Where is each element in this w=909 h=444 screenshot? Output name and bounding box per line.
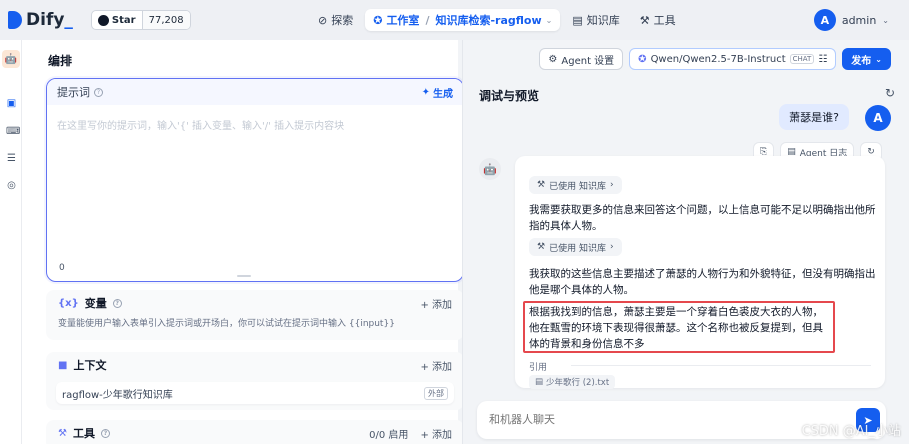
prompt-editor[interactable]: 提示词? ✦ 生成 在这里写你的提示词，输入'{' 插入变量、输入'/' 插入提示… [46,78,464,282]
bot-avatar: 🤖 [479,158,501,180]
chevron-right-icon: › [609,242,614,252]
hammer-icon: ⚒ [58,427,67,439]
watermark: CSDN @AI_小站 [801,424,901,439]
hammer-icon: ⚒ [537,180,546,190]
debug-preview-panel: ⚙ Agent 设置 ✪ Qwen/Qwen2.5-7B-Instruct CHAT ☷… [462,40,909,444]
chevron-down-icon: ⌄ [882,15,889,25]
prompt-placeholder: 在这里写你的提示词，输入'{' 插入变量、输入'/' 插入提示内容块 [57,121,345,132]
variables-card: {x} 变量? + 添加 变量能使用户输入表单引入提示词或开场白，你可以试试在提示… [46,290,464,340]
orchestrate-icon[interactable]: ▣ [6,98,17,109]
nav-explore[interactable]: ⊘ 探索 [310,9,361,31]
user-name: admin [841,13,877,27]
preview-title: 调试与预览 [479,89,540,103]
bot-paragraph-3: 根据我找到的信息，萧瑟主要是一个穿着白色裘皮大衣的人物，他在甄雪的环境下表现得很… [529,306,823,350]
github-star-count: 77,208 [141,11,190,29]
user-menu[interactable]: A admin ⌄ [813,9,889,31]
resize-handle[interactable] [237,275,251,277]
context-item[interactable]: ragflow-少年歌行知识库 外部 [56,382,454,404]
citation-item[interactable]: ▤ 少年歌行 (2).txt [529,375,616,389]
chevron-down-icon: ⌄ [545,15,553,25]
tools-card: ⚒ 工具? 0/0 启用 + 添加 [46,420,464,444]
dify-logo-icon [8,11,22,29]
model-icon: ✪ [638,53,647,65]
agent-settings-button[interactable]: ⚙ Agent 设置 [539,48,624,70]
prompt-char-count: 0 [59,263,65,273]
github-star-button[interactable]: Star 77,208 [90,10,191,30]
hammer-icon: ⚒ [537,242,546,252]
prompt-label: 提示词 [57,86,90,99]
model-selector[interactable]: ✪ Qwen/Qwen2.5-7B-Instruct CHAT ☷ [629,48,837,70]
knowledge-used-toggle[interactable]: ⚒ 已使用 知识库 › [529,238,622,256]
add-variable-button[interactable]: + 添加 [420,296,452,311]
sparkle-icon: ✦ [421,86,430,98]
context-item-tag: 外部 [424,386,448,400]
tools-enabled-count: 0/0 启用 [369,429,409,441]
model-mode-badge: CHAT [789,54,815,64]
file-icon: ▤ [535,377,544,387]
monitor-icon[interactable]: ◎ [6,180,17,191]
bot-message: ⚒ 已使用 知识库 › 我需要获取更多的信息来回答这个问题，以上信息可能不足以明确指… [515,156,885,389]
context-item-name: ragflow-少年歌行知识库 [62,389,173,401]
studio-icon: ✪ [373,13,383,27]
orchestrate-panel: 编排 提示词? ✦ 生成 在这里写你的提示词，输入'{' 插入变量、输入'/' 插… [22,40,464,444]
nav-tools[interactable]: ⚒ 工具 [632,9,684,31]
context-icon: ■ [58,359,68,371]
user-avatar: A [865,105,891,131]
current-app-name: 知识库检索-ragflow [435,14,542,27]
app-icon[interactable]: 🤖 [2,50,20,68]
book-icon: ▤ [572,13,583,27]
variable-icon: {x} [58,297,79,309]
chat-input[interactable] [489,413,829,426]
knowledge-used-toggle[interactable]: ⚒ 已使用 知识库 › [529,176,622,194]
help-icon[interactable]: ? [100,428,110,438]
variables-description: 变量能使用户输入表单引入提示词或开场白，你可以试试在提示词中输入 {{input… [58,319,395,329]
help-icon[interactable]: ? [94,87,103,97]
chevron-down-icon: ⌄ [875,54,882,64]
bot-paragraph-2: 我获取的这些信息主要描述了萧瑟的人物行为和外貌特征，但没有明确指出他是哪个具体的… [529,268,876,296]
compass-icon: ⊘ [318,13,328,27]
terminal-icon[interactable]: ⌨ [6,126,20,137]
add-tool-button[interactable]: + 添加 [420,426,452,441]
refresh-icon[interactable]: ↻ [885,86,895,100]
header-toolbar: ⚙ Agent 设置 ✪ Qwen/Qwen2.5-7B-Instruct CHAT ☷… [539,48,891,70]
nav-studio[interactable]: ✪ 工作室 / 知识库检索-ragflow ⌄ [365,9,561,31]
sliders-icon: ☷ [818,53,828,65]
left-rail: 🤖 ▣ ⌨ ☰ ◎ [0,40,22,444]
citation-label: 引用 [529,363,548,373]
add-context-button[interactable]: + 添加 [420,358,452,373]
gear-icon: ⚙ [548,53,558,65]
top-navbar: Dify _ Star 77,208 ⊘ 探索 ✪ 工作室 / 知识库检索-ragflow… [0,0,909,40]
page-title: 编排 [48,54,73,68]
logs-icon[interactable]: ☰ [6,153,17,164]
main-nav: ⊘ 探索 ✪ 工作室 / 知识库检索-ragflow ⌄ ▤ 知识库 ⚒ 工具 [310,9,684,31]
github-star-label: Star [111,14,136,26]
chevron-right-icon: › [609,180,614,190]
dify-logo[interactable]: Dify _ [8,10,73,30]
brand-name: Dify [26,10,65,30]
github-icon [97,14,109,26]
help-icon[interactable]: ? [112,298,122,308]
context-card: ■ 上下文 + 添加 ragflow-少年歌行知识库 外部 [46,352,464,410]
publish-button[interactable]: 发布 ⌄ [842,48,891,70]
user-message: 萧瑟是谁? [779,104,849,130]
hammer-icon: ⚒ [639,13,650,27]
nav-knowledge[interactable]: ▤ 知识库 [564,9,627,31]
bot-paragraph-1: 我需要获取更多的信息来回答这个问题，以上信息可能不足以明确指出他所指的具体人物。 [529,204,876,232]
divider [571,365,871,366]
avatar: A [813,9,836,31]
generate-button[interactable]: ✦ 生成 [422,85,453,100]
